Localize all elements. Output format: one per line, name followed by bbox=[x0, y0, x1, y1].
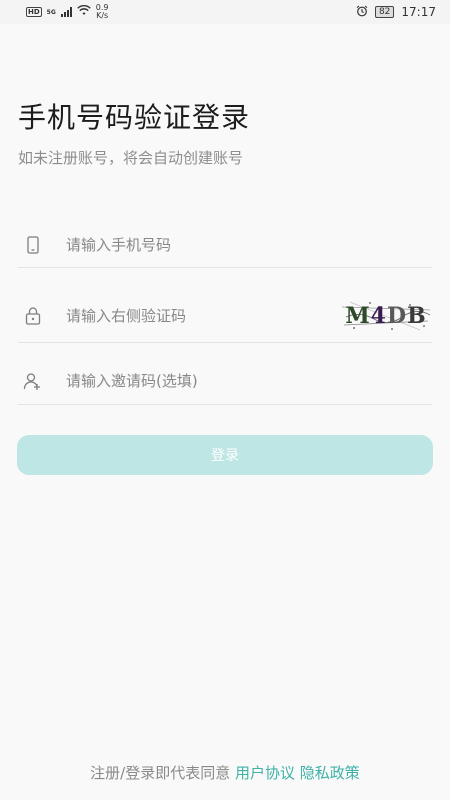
captcha-char: D bbox=[386, 303, 408, 329]
hd-indicator: HD bbox=[26, 7, 42, 17]
agreement-prefix: 注册/登录即代表同意 bbox=[90, 764, 235, 782]
phone-field-row bbox=[18, 222, 432, 268]
network-speed: 0.9 K/s bbox=[96, 4, 109, 20]
captcha-char: B bbox=[407, 303, 427, 329]
captcha-char: 4 bbox=[370, 303, 387, 329]
clock-time: 17:17 bbox=[401, 5, 436, 19]
status-left: HD 5G 0.9 K/s bbox=[26, 4, 109, 20]
captcha-char: M bbox=[345, 303, 371, 329]
signal-icon bbox=[60, 7, 72, 17]
agreement-text: 注册/登录即代表同意 用户协议 隐私政策 bbox=[0, 762, 450, 783]
wifi-icon bbox=[77, 5, 91, 19]
alarm-icon bbox=[356, 5, 368, 20]
network-type: 5G bbox=[46, 8, 56, 16]
verification-code-input[interactable] bbox=[66, 301, 340, 331]
page-title: 手机号码验证登录 bbox=[18, 101, 251, 134]
phone-icon bbox=[18, 233, 48, 257]
status-right: 82 17:17 bbox=[356, 5, 436, 20]
captcha-image[interactable]: M4DB bbox=[340, 299, 432, 333]
status-bar: HD 5G 0.9 K/s 82 17:17 bbox=[0, 0, 450, 24]
speed-unit: K/s bbox=[96, 11, 109, 20]
page-subtitle: 如未注册账号，将会自动创建账号 bbox=[18, 149, 244, 167]
privacy-policy-link[interactable]: 隐私政策 bbox=[300, 764, 360, 782]
invite-code-input[interactable] bbox=[66, 366, 432, 396]
invite-field-row bbox=[18, 358, 432, 405]
login-button[interactable]: 登录 bbox=[17, 435, 433, 475]
user-add-icon bbox=[18, 369, 48, 393]
user-agreement-link[interactable]: 用户协议 bbox=[235, 764, 295, 782]
battery-icon: 82 bbox=[374, 6, 395, 18]
phone-input[interactable] bbox=[66, 229, 432, 260]
lock-icon bbox=[18, 304, 48, 328]
code-field-row: M4DB bbox=[18, 290, 432, 343]
captcha-text: M4DB bbox=[345, 303, 426, 329]
